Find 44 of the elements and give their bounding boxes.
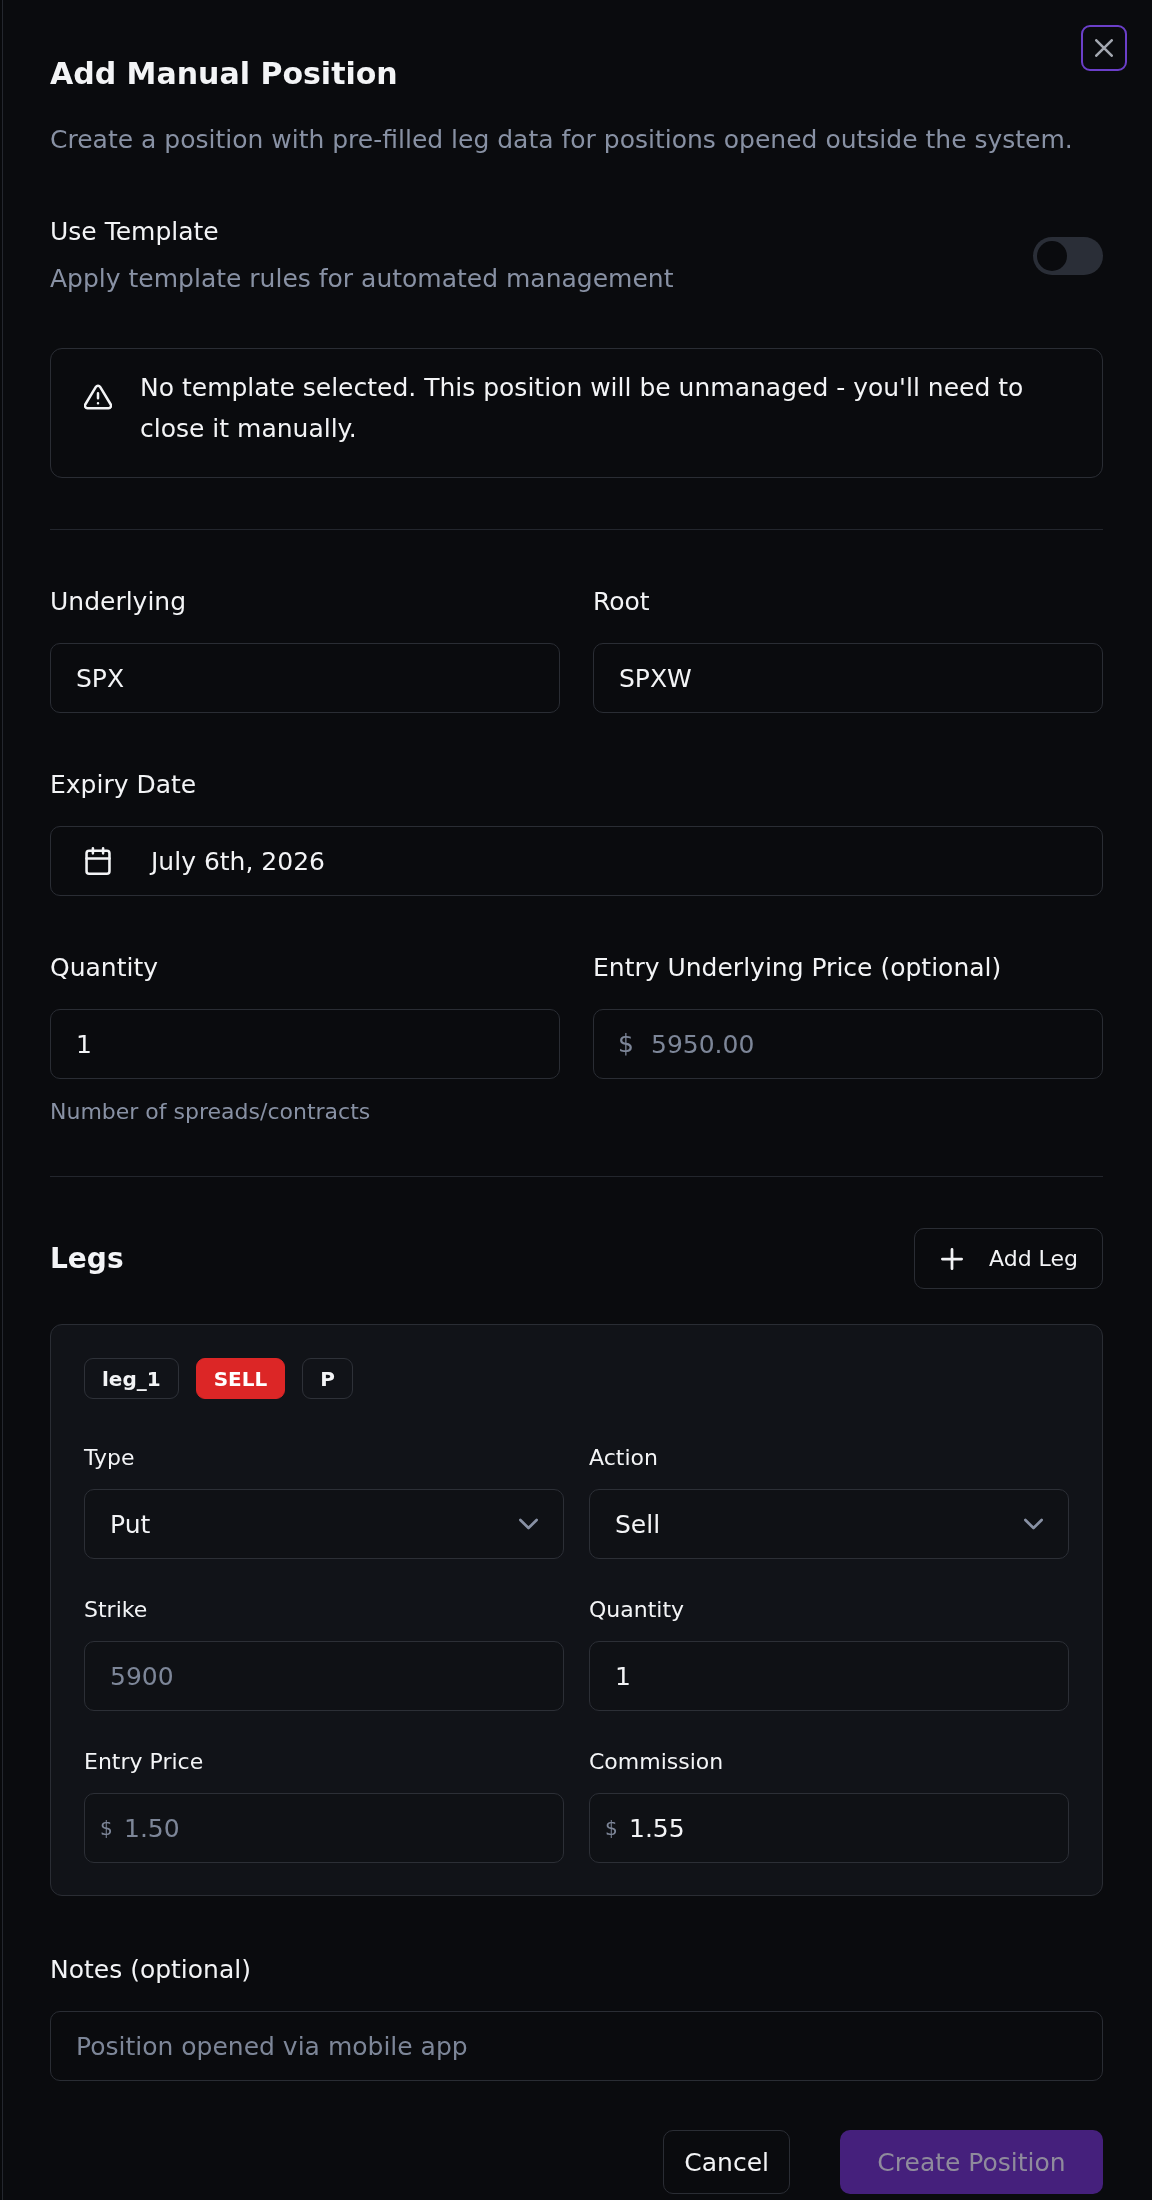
field-label: Quantity: [50, 953, 160, 983]
field-label: Entry Underlying Price (optional): [593, 953, 1003, 983]
close-button[interactable]: [1081, 25, 1127, 71]
field-label: Quantity: [589, 1597, 686, 1623]
warning-icon: [84, 384, 112, 410]
dialog-description: Create a position with pre-filled leg data for positions opened outside the system.: [50, 124, 1074, 156]
field-label: Commission: [589, 1749, 725, 1775]
field-label: Notes (optional): [50, 1955, 252, 1985]
template-label: Use Template: [50, 217, 220, 247]
text-input[interactable]: 5900: [84, 1641, 564, 1711]
cancel-button[interactable]: Cancel: [663, 2130, 790, 2194]
currency-symbol: $: [100, 1815, 113, 1842]
field-label: Type: [84, 1445, 136, 1471]
template-hint: Apply template rules for automated management: [50, 264, 674, 294]
field-label: Underlying: [50, 587, 188, 617]
text-input[interactable]: 1: [50, 1009, 560, 1079]
section-title: Legs: [50, 1242, 124, 1275]
dialog-title: Add Manual Position: [50, 56, 399, 92]
leg-badge: leg_1: [84, 1358, 179, 1399]
alert-text: No template selected. This position will be unmanaged - you'll need to close it manually.: [140, 372, 1025, 445]
add-leg-button[interactable]: Add Leg: [914, 1228, 1103, 1289]
field-label: Expiry Date: [50, 770, 198, 800]
template-toggle[interactable]: [1033, 236, 1103, 275]
currency-symbol: $: [618, 1029, 634, 1059]
dropdown-select[interactable]: Put: [84, 1489, 564, 1559]
field-label: Strike: [84, 1597, 149, 1623]
calendar-icon: [85, 847, 111, 875]
text-input[interactable]: 1: [589, 1641, 1069, 1711]
leg-badge: P: [302, 1358, 353, 1399]
leg-badge: SELL: [195, 1358, 286, 1399]
text-input[interactable]: SPXW: [593, 643, 1103, 713]
text-input[interactable]: SPX: [50, 643, 560, 713]
help-text: Number of spreads/contracts: [50, 1099, 372, 1125]
field-label: Entry Price: [84, 1749, 205, 1775]
field-label: Action: [589, 1445, 659, 1471]
notes-input[interactable]: Position opened via mobile app: [50, 2011, 1103, 2081]
field-label: Root: [593, 587, 651, 617]
currency-symbol: $: [605, 1815, 618, 1842]
plus-icon: [941, 1247, 964, 1270]
chevron-down-icon: [519, 1518, 538, 1530]
dropdown-select[interactable]: Sell: [589, 1489, 1069, 1559]
close-icon: [1095, 39, 1113, 57]
chevron-down-icon: [1024, 1518, 1043, 1530]
date-picker[interactable]: July 6th, 2026: [50, 826, 1103, 896]
